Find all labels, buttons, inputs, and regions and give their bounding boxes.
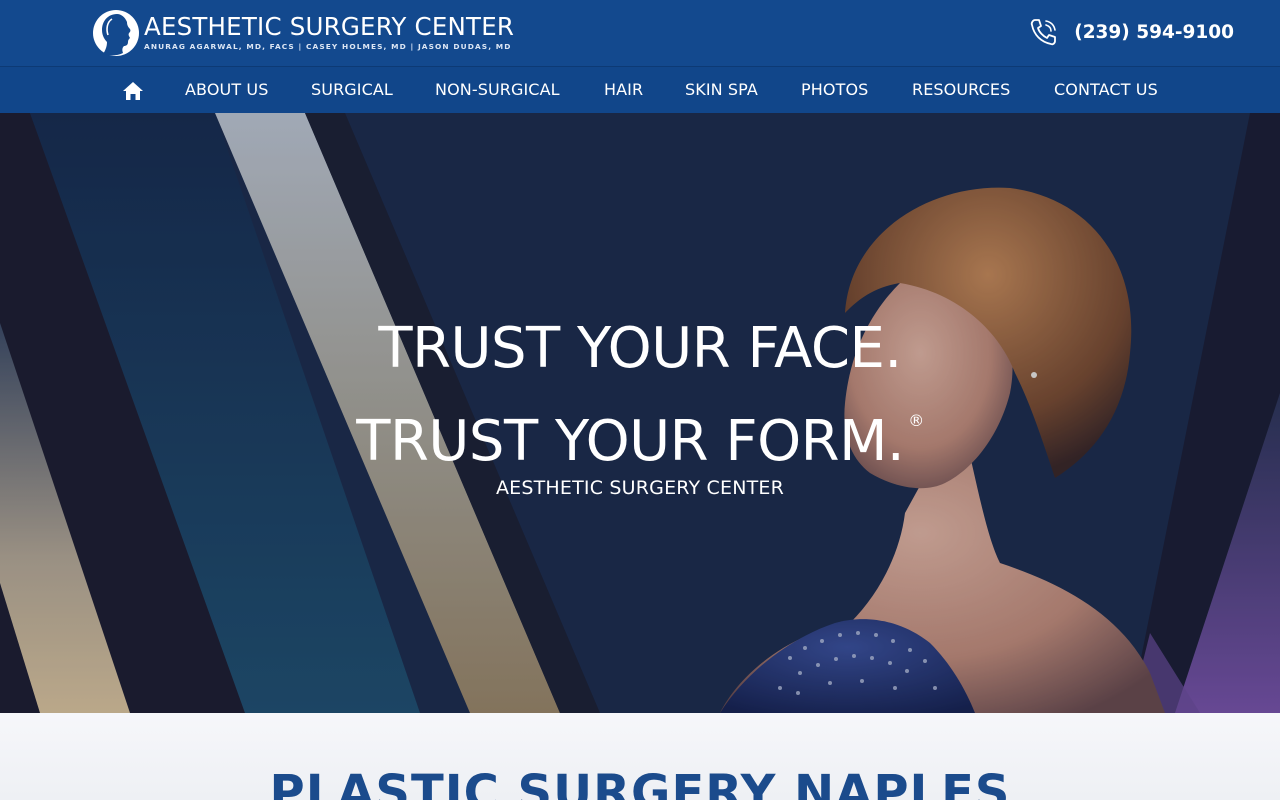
logo-subtitle: ANURAG AGARWAL, MD, FACS | CASEY HOLMES,… bbox=[144, 42, 512, 51]
home-icon[interactable] bbox=[122, 81, 144, 101]
nav-item-contact-us[interactable]: CONTACT US bbox=[1054, 79, 1158, 101]
site-header: AESTHETIC SURGERY CENTER ANURAG AGARWAL,… bbox=[0, 0, 1280, 66]
nav-item-non-surgical[interactable]: NON-SURGICAL bbox=[435, 79, 560, 101]
nav-item-resources[interactable]: RESOURCES bbox=[912, 79, 1010, 101]
main-nav: ABOUT US SURGICAL NON-SURGICAL HAIR SKIN… bbox=[0, 66, 1280, 113]
phone-icon bbox=[1031, 19, 1057, 46]
nav-item-skin-spa[interactable]: SKIN SPA bbox=[685, 79, 758, 101]
hero-headline-line-1: TRUST YOUR FACE. bbox=[378, 316, 902, 381]
phone-link[interactable]: (239) 594-9100 bbox=[1028, 15, 1234, 49]
logo-title: AESTHETIC SURGERY CENTER bbox=[144, 12, 515, 41]
nav-item-surgical[interactable]: SURGICAL bbox=[311, 79, 393, 101]
profile-silhouette-icon bbox=[93, 10, 139, 56]
nav-item-about-us[interactable]: ABOUT US bbox=[185, 79, 268, 101]
nav-item-photos[interactable]: PHOTOS bbox=[801, 79, 868, 101]
site-logo[interactable]: AESTHETIC SURGERY CENTER ANURAG AGARWAL,… bbox=[92, 9, 514, 57]
registered-trademark-mark: ® bbox=[908, 411, 924, 430]
intro-heading: PLASTIC SURGERY NAPLES bbox=[269, 765, 1011, 800]
phone-number: (239) 594-9100 bbox=[1074, 21, 1234, 43]
intro-section: PLASTIC SURGERY NAPLES bbox=[0, 713, 1280, 800]
hero-subtitle: AESTHETIC SURGERY CENTER bbox=[495, 477, 785, 499]
hero-banner: TRUST YOUR FACE. TRUST YOUR FORM. ® AESTH… bbox=[0, 113, 1280, 713]
hero-headline: TRUST YOUR FACE. TRUST YOUR FORM. ® bbox=[0, 313, 1280, 478]
hero-headline-line-2-text: TRUST YOUR FORM. bbox=[356, 409, 905, 474]
hero-headline-line-2: TRUST YOUR FORM. ® bbox=[0, 385, 1280, 478]
nav-item-hair[interactable]: HAIR bbox=[604, 79, 643, 101]
